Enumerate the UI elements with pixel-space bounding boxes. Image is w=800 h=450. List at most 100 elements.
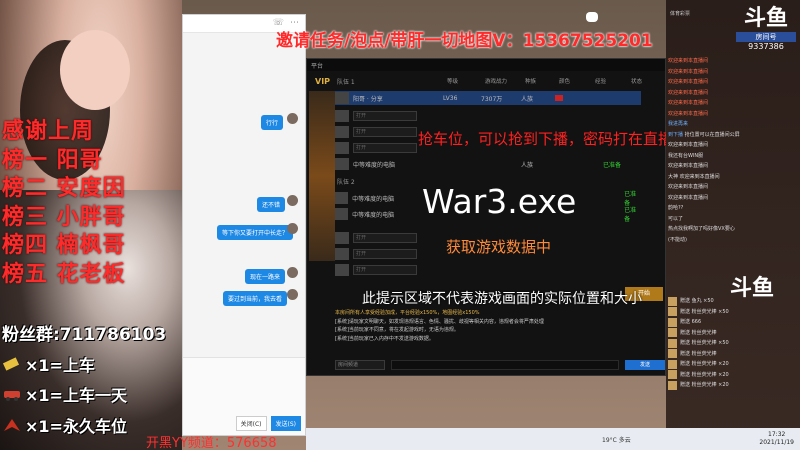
gift-item: 赠送 666 — [668, 317, 798, 328]
gift-icon — [668, 370, 677, 380]
top-banner: 邀请任务/泡点/带肝一切地图V：15367525201 — [276, 31, 653, 51]
player-race: 人族 — [521, 95, 534, 103]
honor-line: 榜二 安度因 — [2, 176, 126, 201]
weather-widget[interactable]: 19°C 多云 — [602, 435, 631, 444]
log-line: [系统]当前玩家不同意，将在发起游戏时，无语为违规。 — [335, 327, 459, 333]
gift-item: 赠送 粉丝荧光棒 ×50 — [668, 307, 798, 318]
slot-icon — [335, 126, 349, 138]
open-slot[interactable]: 打开 — [353, 249, 417, 259]
slot-row[interactable]: 打开 — [335, 109, 641, 123]
col-color: 颜色 — [559, 79, 571, 85]
player-row-me[interactable]: 阳哥 · 分享 LV36 7307万 人族 — [335, 91, 641, 105]
chat-window: ☏ ⋯ 行行 还不错 等下你又要打开中长走？ 现在一路来 要过到当前，我去看 关… — [182, 14, 306, 436]
team2-label: 队伍 2 — [337, 179, 355, 186]
rule-text: ×1=永久车位 — [25, 417, 127, 436]
pet-icon — [586, 12, 598, 22]
avatar — [287, 223, 298, 234]
gift-item: 赠送 粉丝荧光棒 — [668, 349, 798, 360]
clock[interactable]: 17:32 2021/11/19 — [759, 431, 794, 447]
danmu-item: 欢迎来到本直播间 — [668, 79, 709, 85]
room-badge: 斗鱼 房间号 9337386 — [736, 8, 796, 56]
open-slot[interactable]: 打开 — [353, 127, 417, 137]
player-level: LV36 — [443, 94, 458, 102]
client-message-input[interactable] — [391, 360, 619, 370]
avatar — [287, 289, 298, 300]
open-slot[interactable]: 打开 — [353, 143, 417, 153]
slot-icon — [335, 158, 349, 170]
danmu-item: 欢迎来到本直播间 — [668, 100, 709, 106]
system-log: 本房间所有人享受经验加成，平台经验x150%，地图经验x150% [系统]请玩家… — [335, 309, 665, 355]
client-title: 平台 — [307, 59, 665, 71]
gift-list: 赠送 鱼丸 ×50 赠送 粉丝荧光棒 ×50 赠送 666 赠送 粉丝荧光棒 赠… — [668, 296, 798, 391]
open-slot[interactable]: 打开 — [353, 111, 417, 121]
danmu-item: 可以了 — [668, 215, 684, 222]
rule-row: ×1=上车 — [2, 352, 95, 376]
room-label: 房间号 — [736, 32, 796, 42]
honor-line: 榜三 小胖哥 — [2, 204, 126, 230]
gift-rocket-icon — [2, 417, 22, 433]
danmu-item: 我还有台WIN服 — [668, 152, 704, 159]
avatar — [287, 195, 298, 206]
gift-item: 赠送 粉丝荧光棒 — [668, 328, 798, 339]
cpu-row[interactable]: 中等难度的电脑 人族 已准备 — [335, 157, 641, 171]
hint-text: 此提示区域不代表游戏画面的实际位置和大小 — [362, 291, 642, 307]
player-color-swatch — [555, 95, 563, 101]
col-level: 等级 — [447, 79, 459, 85]
rule-row: ×1=上车一天 — [2, 382, 127, 406]
gift-icon — [668, 307, 677, 317]
gift-item: 赠送 粉丝荧光棒 ×50 — [668, 338, 798, 349]
open-slot[interactable]: 打开 — [353, 233, 417, 243]
clock-time: 17:32 — [768, 431, 786, 438]
slot-icon — [335, 110, 349, 122]
col-status: 状态 — [631, 79, 643, 85]
photo-face — [60, 30, 130, 110]
log-line: 本房间所有人享受经验加成，平台经验x150%，地图经验x150% — [335, 310, 480, 316]
gift-icon — [668, 338, 677, 348]
gift-icon — [668, 349, 677, 359]
rule-text: ×1=上车 — [25, 356, 95, 375]
gift-icon — [668, 328, 677, 338]
gift-item: 赠送 粉丝荧光棒 ×20 — [668, 370, 798, 381]
open-slot[interactable]: 打开 — [353, 265, 417, 275]
chat-bubble: 等下你又要打开中长走？ — [217, 225, 294, 240]
slot-icon — [335, 142, 349, 154]
slot-row[interactable]: 打开 — [335, 263, 641, 277]
honor-list: 感谢上周 榜一 阳哥 榜二 安度因 榜三 小胖哥 榜四 楠枫哥 榜五 花老板 — [2, 118, 126, 289]
danmu-item: 大神 欢迎来到本直播间 — [668, 173, 720, 180]
gift-icon — [668, 359, 677, 369]
taskbar: 19°C 多云 17:32 2021/11/19 — [306, 428, 800, 450]
danmu-item: 到下播 抢位置可以在直播间公屏 — [668, 131, 740, 138]
honor-line: 感谢上周 — [2, 119, 95, 144]
clock-date: 2021/11/19 — [759, 439, 794, 446]
client-send-button[interactable]: 发送 — [625, 360, 665, 370]
avatar — [335, 92, 349, 104]
banner-art — [309, 91, 335, 261]
close-button[interactable]: 关闭(C) — [235, 416, 267, 431]
slot-icon — [335, 264, 349, 276]
danmu-item: 我进再来 — [668, 121, 689, 127]
send-button[interactable]: 发送(S) — [270, 416, 301, 431]
fetch-status: 获取游戏数据中 — [446, 238, 552, 256]
channel-select[interactable]: 房间频道 — [335, 360, 385, 370]
honor-line: 榜五 花老板 — [2, 261, 126, 287]
danmu-item: 欢迎来到本直播间 — [668, 110, 709, 117]
slot-icon — [335, 248, 349, 260]
avatar — [287, 113, 298, 124]
danmu-item: 欢迎来到本直播间 — [668, 89, 709, 96]
danmu-item: 欢迎来到本直播间 — [668, 58, 709, 64]
vip-label: VIP — [315, 77, 331, 86]
gift-item: 赠送 粉丝荧光棒 ×20 — [668, 380, 798, 391]
danmu-item: 欢迎来到本直播间 — [668, 163, 709, 169]
player-power: 7307万 — [481, 95, 503, 103]
log-line: [系统]当前玩家已入内存中不发送游戏数据。 — [335, 335, 434, 342]
gift-car-icon — [2, 386, 22, 402]
slot-icon — [335, 232, 349, 244]
rule-row: ×1=永久车位 — [2, 413, 127, 437]
chat-bubble: 要过到当前，我去看 — [223, 291, 288, 306]
chat-input-area[interactable]: 关闭(C) 发送(S) — [183, 357, 305, 435]
gift-icon — [668, 317, 677, 327]
honor-line: 榜四 楠枫哥 — [2, 233, 126, 258]
danmu-item: 欢迎来到本直播间 — [668, 184, 709, 190]
chat-bubble: 行行 — [261, 115, 284, 130]
rule-text: ×1=上车一天 — [25, 386, 127, 405]
